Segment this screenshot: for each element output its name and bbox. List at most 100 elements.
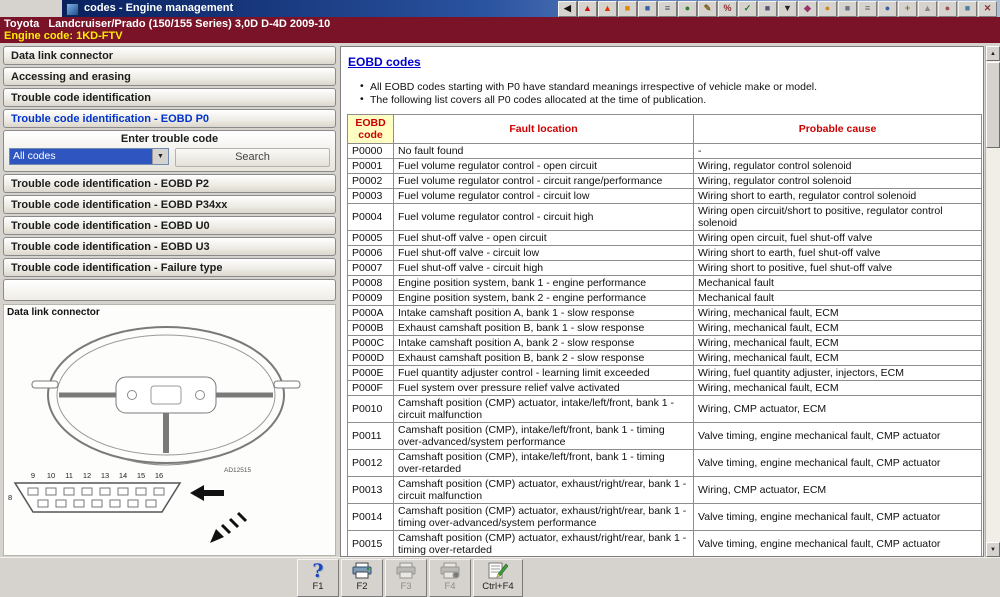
table-row: P0012Camshaft position (CMP), intake/lef… — [348, 450, 982, 477]
search-button[interactable]: Search — [175, 148, 330, 167]
table-row: P0000No fault found- — [348, 144, 982, 159]
cause-cell: Wiring, mechanical fault, ECM — [694, 336, 982, 351]
globe-icon[interactable]: ● — [878, 1, 897, 17]
table-row: P0009Engine position system, bank 2 - en… — [348, 291, 982, 306]
tools-icon[interactable]: + — [898, 1, 917, 17]
pin-data-icon[interactable]: ◆ — [798, 1, 817, 17]
list-icon[interactable]: ≡ — [858, 1, 877, 17]
cause-cell: Valve timing, engine mechanical fault, C… — [694, 450, 982, 477]
nav-first-icon[interactable]: ◀ — [558, 1, 577, 17]
lamp-icon[interactable]: ● — [818, 1, 837, 17]
sidebar-item[interactable]: Trouble code identification - Failure ty… — [3, 258, 336, 277]
service-icon[interactable]: ● — [938, 1, 957, 17]
printer-icon — [351, 561, 373, 581]
pin-numbers: 910111213141516 — [26, 471, 166, 480]
sidebar-item[interactable]: Trouble code identification - EOBD P2 — [3, 174, 336, 193]
code-cell: P0004 — [348, 204, 394, 231]
print-button[interactable]: F2 — [341, 559, 383, 597]
intro-bullets: All EOBD codes starting with P0 have sta… — [360, 81, 980, 106]
code-cell: P000D — [348, 351, 394, 366]
chevron-down-icon[interactable]: ▼ — [152, 149, 168, 164]
code-filter-dropdown[interactable]: All codes ▼ — [9, 148, 169, 165]
code-cell: P0008 — [348, 276, 394, 291]
fault-cell: Camshaft position (CMP) actuator, exhaus… — [394, 504, 694, 531]
cause-cell: Wiring, regulator control solenoid — [694, 174, 982, 189]
table-row: P0006Fuel shut-off valve - circuit lowWi… — [348, 246, 982, 261]
cause-cell: Wiring open circuit, fuel shut-off valve — [694, 231, 982, 246]
content-scrollbar[interactable]: ▲ ▼ — [985, 46, 1000, 557]
dtc-warning-icon[interactable]: ▲ — [578, 1, 597, 17]
cause-cell: Wiring, mechanical fault, ECM — [694, 381, 982, 396]
col-header-code: EOBD code — [348, 115, 394, 144]
pin-number: 16 — [152, 471, 166, 480]
sidebar-empty-slot — [3, 279, 336, 301]
code-cell: P0012 — [348, 450, 394, 477]
toolbar-icons: ◀▲▲■■≡●✎%✓■▼◆●■≡●+▲●■✕ — [558, 1, 997, 17]
table-row: P000FFuel system over pressure relief va… — [348, 381, 982, 396]
sidebar-item[interactable]: Trouble code identification — [3, 88, 336, 107]
steering-wheel-diagram — [4, 319, 337, 469]
direction-hatch-icon — [208, 511, 248, 545]
col-header-cause: Probable cause — [694, 115, 982, 144]
percent-icon[interactable]: % — [718, 1, 737, 17]
table-row: P000CIntake camshaft position A, bank 2 … — [348, 336, 982, 351]
module-icon[interactable]: ■ — [758, 1, 777, 17]
cause-cell: Wiring short to earth, fuel shut-off val… — [694, 246, 982, 261]
function-key-bar: ? F1 F2 F3 — [0, 557, 1000, 597]
hazard-icon[interactable]: ▲ — [598, 1, 617, 17]
fault-cell: Fuel volume regulator control - circuit … — [394, 174, 694, 189]
sidebar-item[interactable]: Trouble code identification - EOBD U0 — [3, 216, 336, 235]
table-row: P0014Camshaft position (CMP) actuator, e… — [348, 504, 982, 531]
fault-cell: Exhaust camshaft position B, bank 1 - sl… — [394, 321, 694, 336]
cause-cell: Wiring short to positive, fuel shut-off … — [694, 261, 982, 276]
close-doc-icon[interactable]: ✕ — [978, 1, 997, 17]
notes-button[interactable]: Ctrl+F4 — [473, 559, 523, 597]
ecu-icon[interactable]: ■ — [638, 1, 657, 17]
app-window: { "window": { "title": "codes - Engine m… — [0, 0, 1000, 597]
fkey-label: Ctrl+F4 — [482, 581, 513, 592]
cause-cell: Valve timing, engine mechanical fault, C… — [694, 531, 982, 558]
fault-cell: Exhaust camshaft position B, bank 2 - sl… — [394, 351, 694, 366]
scroll-up-icon[interactable]: ▲ — [986, 46, 1000, 61]
battery-icon[interactable]: ■ — [618, 1, 637, 17]
location-arrow-icon — [190, 485, 224, 501]
component-icon[interactable]: ● — [678, 1, 697, 17]
table-row: P0013Camshaft position (CMP) actuator, e… — [348, 477, 982, 504]
sidebar-top: Data link connector Accessing and erasing… — [3, 46, 336, 107]
print-list-button: F3 — [385, 559, 427, 597]
panel-icon[interactable]: ■ — [838, 1, 857, 17]
check-icon[interactable]: ✓ — [738, 1, 757, 17]
cause-cell: Wiring, fuel quantity adjuster, injector… — [694, 366, 982, 381]
code-cell: P0010 — [348, 396, 394, 423]
scroll-down-icon[interactable]: ▼ — [986, 542, 1000, 557]
fault-cell: Camshaft position (CMP) actuator, intake… — [394, 396, 694, 423]
code-cell: P0003 — [348, 189, 394, 204]
search-panel-label: Enter trouble code — [9, 133, 330, 146]
help-button[interactable]: ? F1 — [297, 559, 339, 597]
code-cell: P0001 — [348, 159, 394, 174]
fkey-label: F1 — [312, 581, 323, 592]
notes-icon[interactable]: ✎ — [698, 1, 717, 17]
printer-gear-icon — [439, 561, 461, 581]
select-drop-icon[interactable]: ▼ — [778, 1, 797, 17]
table-row: P0003Fuel volume regulator control - cir… — [348, 189, 982, 204]
sidebar-item[interactable]: Data link connector — [3, 46, 336, 65]
cause-cell: Wiring open circuit/short to positive, r… — [694, 204, 982, 231]
fault-cell: Intake camshaft position A, bank 1 - slo… — [394, 306, 694, 321]
table-row: P0007Fuel shut-off valve - circuit highW… — [348, 261, 982, 276]
table-row: P0015Camshaft position (CMP) actuator, e… — [348, 531, 982, 558]
scrollbar-thumb[interactable] — [986, 62, 1000, 148]
cause-cell: Wiring, mechanical fault, ECM — [694, 321, 982, 336]
wiring-icon[interactable]: ≡ — [658, 1, 677, 17]
sidebar-item[interactable]: Trouble code identification - EOBD U3 — [3, 237, 336, 256]
window-pane-icon[interactable]: ■ — [958, 1, 977, 17]
sidebar-item-eobd-p0-active[interactable]: Trouble code identification - EOBD P0 — [3, 109, 336, 128]
sidebar-item[interactable]: Trouble code identification - EOBD P34xx — [3, 195, 336, 214]
vehicle-title: Toyota Landcruiser/Prado (150/155 Series… — [0, 18, 1000, 30]
code-cell: P0014 — [348, 504, 394, 531]
code-cell: P0000 — [348, 144, 394, 159]
sidebar-item[interactable]: Accessing and erasing — [3, 67, 336, 86]
delta-icon[interactable]: ▲ — [918, 1, 937, 17]
cause-cell: Valve timing, engine mechanical fault, C… — [694, 423, 982, 450]
cause-cell: - — [694, 144, 982, 159]
